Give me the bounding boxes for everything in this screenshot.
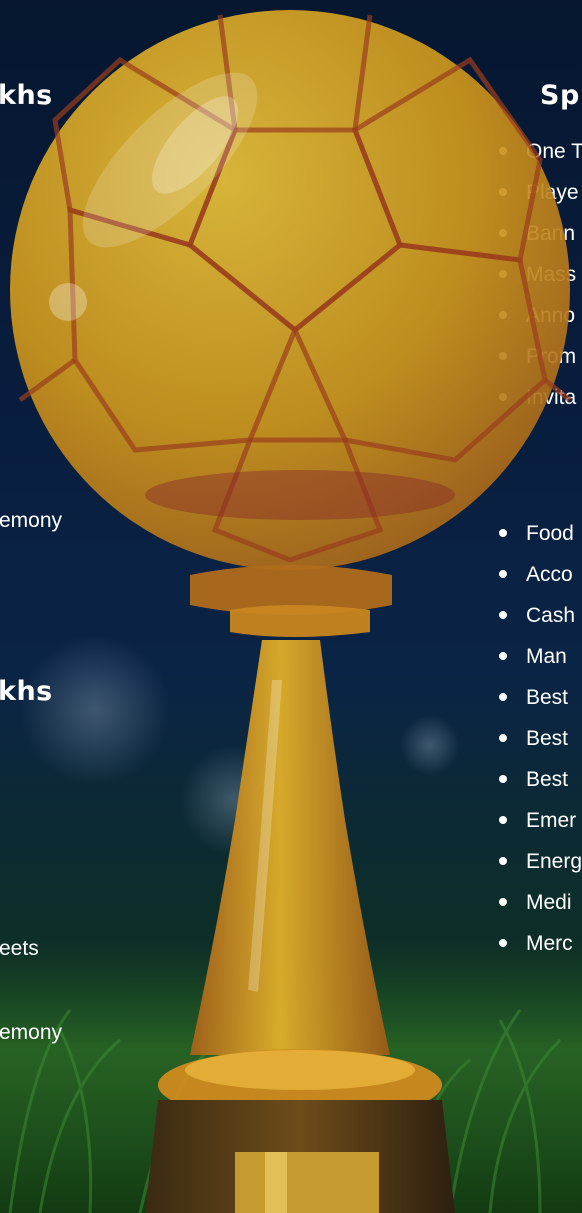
bokeh-light — [20, 635, 170, 785]
list-item: Bann — [499, 223, 582, 264]
sponsorship-list: One T Playe Bann Mass Anno Prom Invita — [499, 141, 582, 428]
list-item: Prom — [499, 346, 582, 387]
schedule-line: emony — [0, 1021, 63, 1044]
section-heading: khs — [0, 80, 53, 111]
list-item: Acco — [499, 564, 582, 605]
background — [0, 635, 582, 1213]
schedule-line: emony — [0, 509, 63, 532]
list-item: Energ — [499, 851, 582, 892]
list-item: Mass — [499, 264, 582, 305]
list-item: Best — [499, 687, 582, 728]
list-item: Emer — [499, 810, 582, 851]
list-item: Man — [499, 646, 582, 687]
list-item: Best — [499, 769, 582, 810]
list-item: Cash — [499, 605, 582, 646]
section-heading: khs — [0, 676, 53, 707]
list-item: Invita — [499, 387, 582, 428]
list-item: Food — [499, 523, 582, 564]
list-item: Merc — [499, 933, 582, 974]
schedule-line: eets — [0, 937, 39, 960]
bokeh-light — [180, 745, 290, 855]
sponsor-heading: Sp — [540, 80, 580, 111]
partner-list: Food Acco Cash Man Best Best Best Emer E… — [499, 523, 582, 974]
list-item: One T — [499, 141, 582, 182]
list-item: Best — [499, 728, 582, 769]
list-item: Medi — [499, 892, 582, 933]
bokeh-light — [400, 715, 460, 775]
list-item: Playe — [499, 182, 582, 223]
list-item: Anno — [499, 305, 582, 346]
